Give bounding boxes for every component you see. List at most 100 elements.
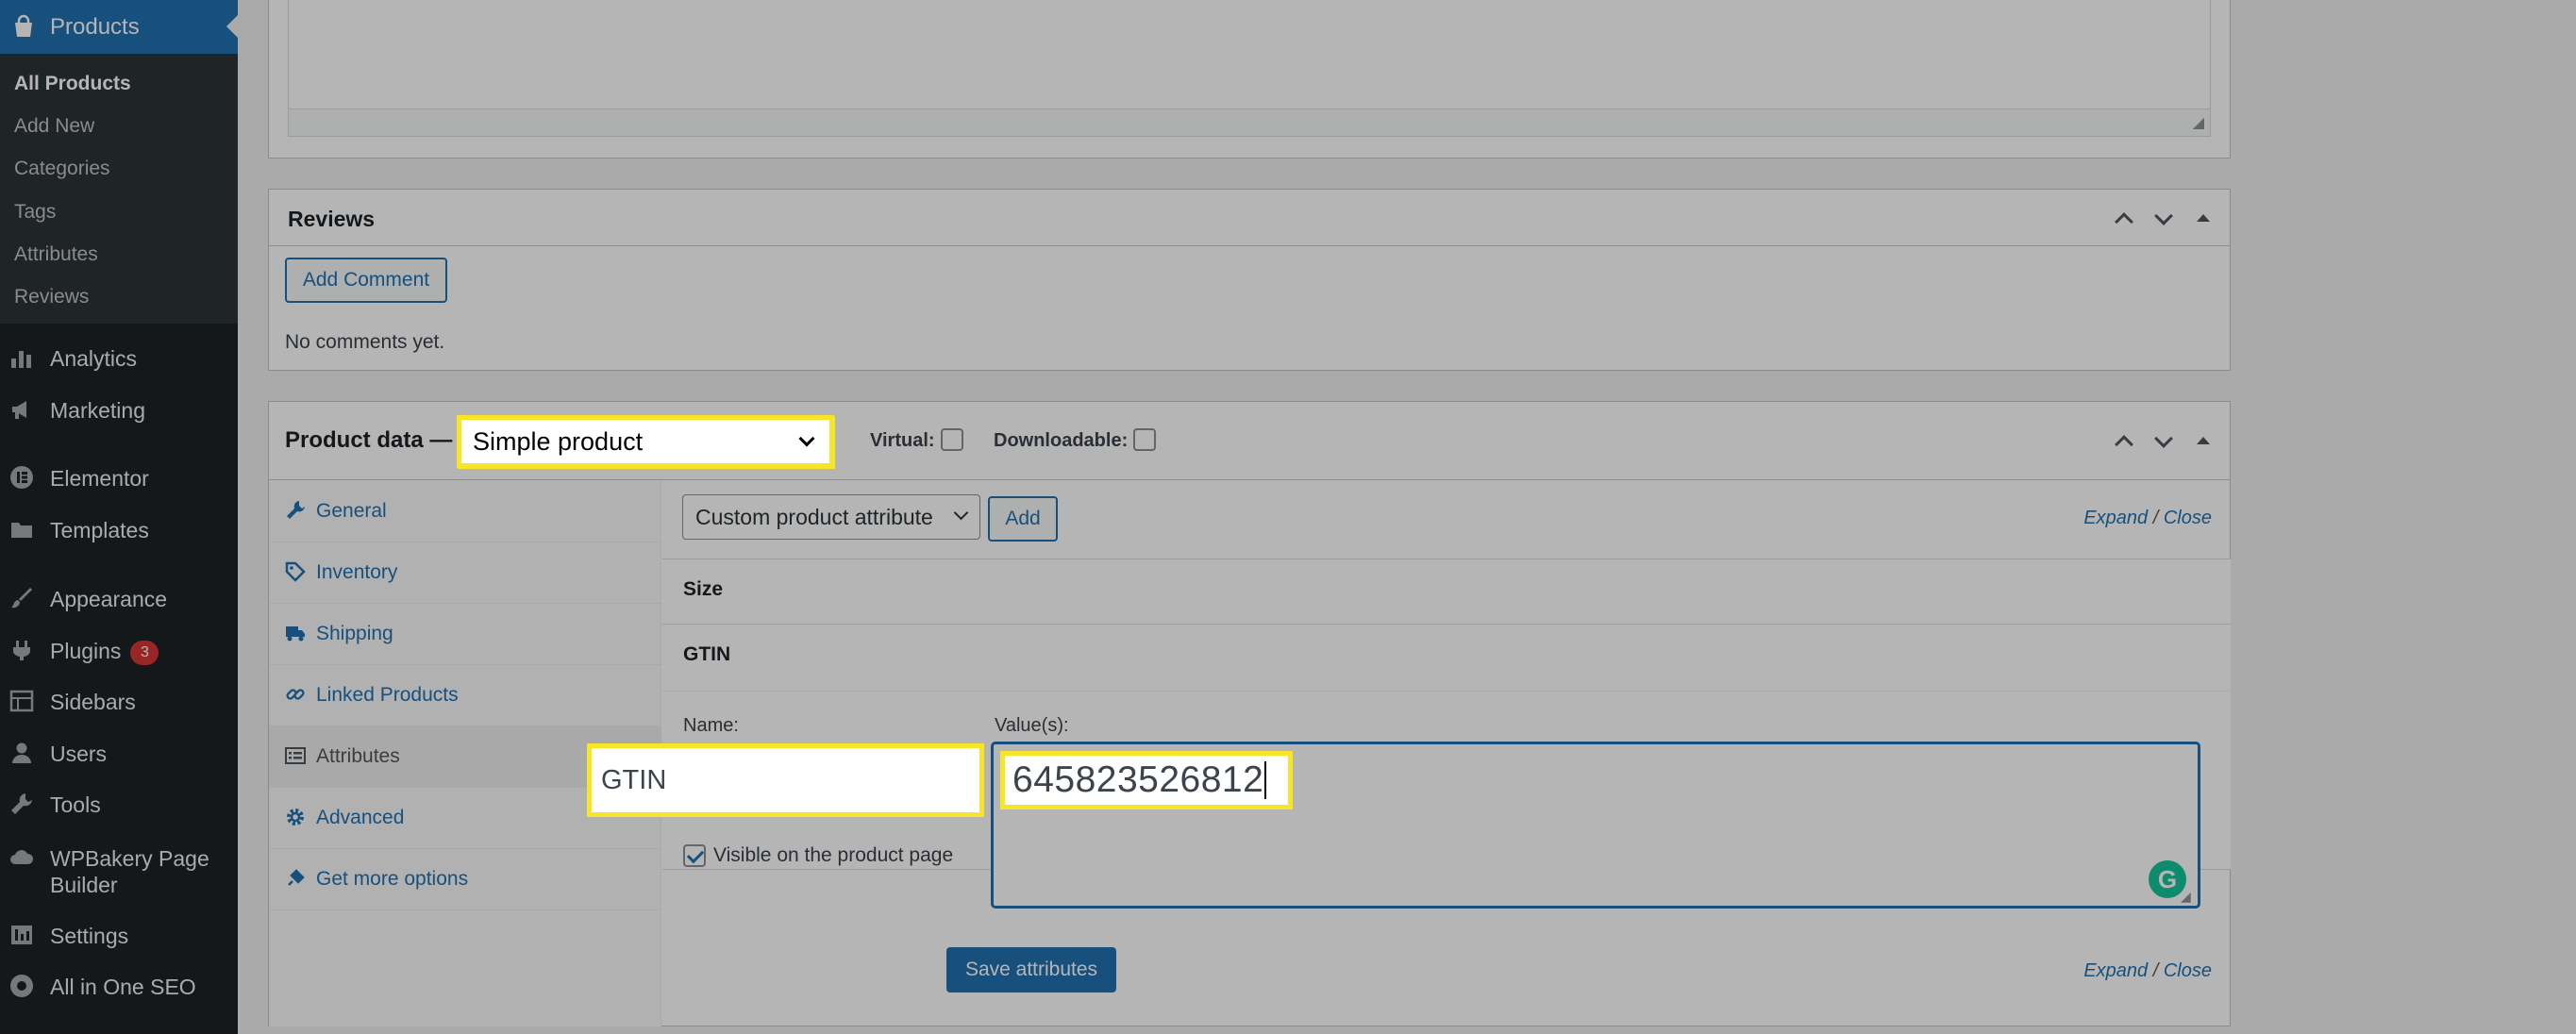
link-icon — [286, 689, 305, 700]
attribute-value-text: 645823526812 — [1012, 759, 1264, 800]
plug-icon — [288, 869, 305, 886]
sidebar-item-analytics[interactable]: Analytics — [0, 336, 238, 377]
submenu-attributes[interactable]: Attributes — [14, 243, 98, 266]
expand-link[interactable]: Expand — [2083, 960, 2148, 981]
product-data-title: Product data — — [285, 427, 453, 453]
editor-status-bar: ◢ — [288, 108, 2211, 137]
sidebar-item-sidebars[interactable]: Sidebars — [0, 679, 238, 721]
sidebar-item-appearance[interactable]: Appearance — [0, 576, 238, 618]
attribute-row-title: Size — [683, 578, 724, 600]
tab-linked-products[interactable]: Linked Products — [269, 665, 661, 726]
tab-label: General — [316, 500, 387, 522]
values-label: Value(s): — [995, 715, 1069, 736]
sliders-icon — [11, 926, 32, 944]
attribute-row-size[interactable]: Size — [662, 559, 2231, 624]
reviews-handle-actions — [2113, 208, 2213, 229]
gear-icon — [287, 809, 304, 826]
tab-general[interactable]: General — [269, 481, 661, 542]
list-icon — [285, 747, 306, 764]
visible-checkbox[interactable] — [683, 844, 706, 867]
admin-sidebar: Products All Products Add New Categories… — [0, 0, 238, 1034]
move-up-icon[interactable] — [2113, 208, 2133, 229]
sidebar-item-label: Templates — [50, 518, 149, 542]
sidebar-item-marketing[interactable]: Marketing — [0, 388, 238, 429]
sidebar-item-products[interactable]: Products — [0, 0, 238, 54]
attribute-row-divider — [662, 691, 2231, 692]
resize-grip-icon[interactable]: ◢ — [2193, 113, 2204, 132]
attribute-taxonomy-select[interactable]: Custom product attribute — [682, 494, 980, 540]
tab-label: Inventory — [316, 561, 398, 583]
sidebar-item-label: Users — [50, 742, 108, 766]
current-menu-arrow — [226, 15, 238, 38]
tab-get-more-options[interactable]: Get more options — [269, 849, 661, 910]
sidebar-item-settings[interactable]: Settings — [0, 913, 238, 955]
visible-on-product-page[interactable]: Visible on the product page — [683, 844, 953, 867]
product-type-value: Simple product — [473, 426, 644, 456]
tab-label: Linked Products — [316, 684, 459, 706]
wrench-icon — [287, 501, 305, 519]
chevron-down-icon — [798, 430, 815, 447]
tab-inventory[interactable]: Inventory — [269, 542, 661, 604]
content-editor-box: ◢ — [268, 0, 2231, 158]
expand-link[interactable]: Expand — [2083, 508, 2148, 528]
sidebar-item-users[interactable]: Users — [0, 731, 238, 773]
plugins-update-badge: 3 — [130, 641, 159, 665]
add-attribute-button[interactable]: Add — [988, 496, 1058, 542]
product-data-header-divider — [269, 479, 2230, 480]
move-down-icon[interactable] — [2152, 208, 2173, 229]
attribute-row-title[interactable]: GTIN — [683, 643, 730, 666]
sidebar-item-tools[interactable]: Tools — [0, 782, 238, 824]
add-comment-button[interactable]: Add Comment — [285, 258, 447, 303]
megaphone-icon — [12, 401, 26, 419]
user-icon — [12, 742, 31, 763]
reviews-box: Reviews Add Comment No comments yet. — [268, 189, 2231, 371]
truck-icon — [286, 626, 305, 642]
submenu-tags[interactable]: Tags — [14, 201, 56, 224]
close-link[interactable]: Close — [2164, 508, 2212, 528]
folder-icon — [11, 523, 32, 538]
name-label: Name: — [683, 715, 739, 736]
attribute-value-highlight[interactable]: 645823526812 — [1000, 751, 1293, 809]
sidebar-item-label: Plugins 3 — [50, 638, 159, 665]
save-attributes-button[interactable]: Save attributes — [946, 947, 1116, 992]
sidebar-item-label: Products — [50, 14, 140, 40]
sidebar-item-templates[interactable]: Templates — [0, 508, 238, 549]
submenu-categories[interactable]: Categories — [14, 158, 110, 180]
tab-shipping[interactable]: Shipping — [269, 604, 661, 665]
move-up-icon[interactable] — [2113, 431, 2133, 452]
product-type-select-highlight[interactable]: Simple product — [457, 415, 834, 468]
sidebar-item-elementor[interactable]: Elementor — [0, 456, 238, 497]
sidebar-item-label: WPBakery Page Builder — [50, 846, 209, 897]
toggle-panel-icon[interactable] — [2192, 208, 2213, 229]
attribute-name-input[interactable]: GTIN — [587, 743, 984, 817]
attribute-select-value: Custom product attribute — [695, 504, 933, 529]
sidebar-item-plugins[interactable]: Plugins 3 — [0, 628, 238, 670]
expand-close-links-bottom: Expand / Close — [2083, 960, 2212, 982]
attribute-name-value: GTIN — [601, 764, 667, 795]
paintbrush-icon — [11, 588, 32, 609]
downloadable-checkbox-label: Downloadable: — [994, 428, 1157, 452]
tab-label: Get more options — [316, 868, 469, 890]
products-submenu: All Products Add New Categories Tags Att… — [0, 54, 238, 324]
submenu-all-products[interactable]: All Products — [14, 73, 131, 95]
virtual-checkbox[interactable] — [940, 428, 963, 451]
sidebar-item-wpbakery[interactable]: WPBakery Page Builder — [0, 836, 238, 902]
cloud-icon — [10, 850, 34, 864]
move-down-icon[interactable] — [2152, 431, 2173, 452]
sidebar-item-label: Sidebars — [50, 690, 136, 714]
product-data-box: Product data — Simple product Virtual: D… — [268, 401, 2231, 1026]
elementor-icon — [10, 466, 33, 489]
downloadable-checkbox[interactable] — [1133, 428, 1157, 451]
toggle-panel-icon[interactable] — [2192, 431, 2213, 452]
sidebar-item-label: Analytics — [50, 346, 138, 371]
submenu-add-new[interactable]: Add New — [14, 115, 94, 138]
submenu-reviews[interactable]: Reviews — [14, 286, 89, 309]
close-link[interactable]: Close — [2164, 960, 2212, 981]
reviews-title: Reviews — [288, 207, 376, 231]
no-comments-text: No comments yet. — [285, 331, 445, 353]
sidebar-item-aioseo[interactable]: All in One SEO — [0, 964, 238, 1006]
sidebar-item-label: All in One SEO — [50, 975, 196, 999]
textarea-resize-icon[interactable]: ◢ — [2181, 889, 2191, 905]
plug-icon — [12, 641, 31, 660]
virtual-checkbox-label: Virtual: — [870, 428, 963, 452]
